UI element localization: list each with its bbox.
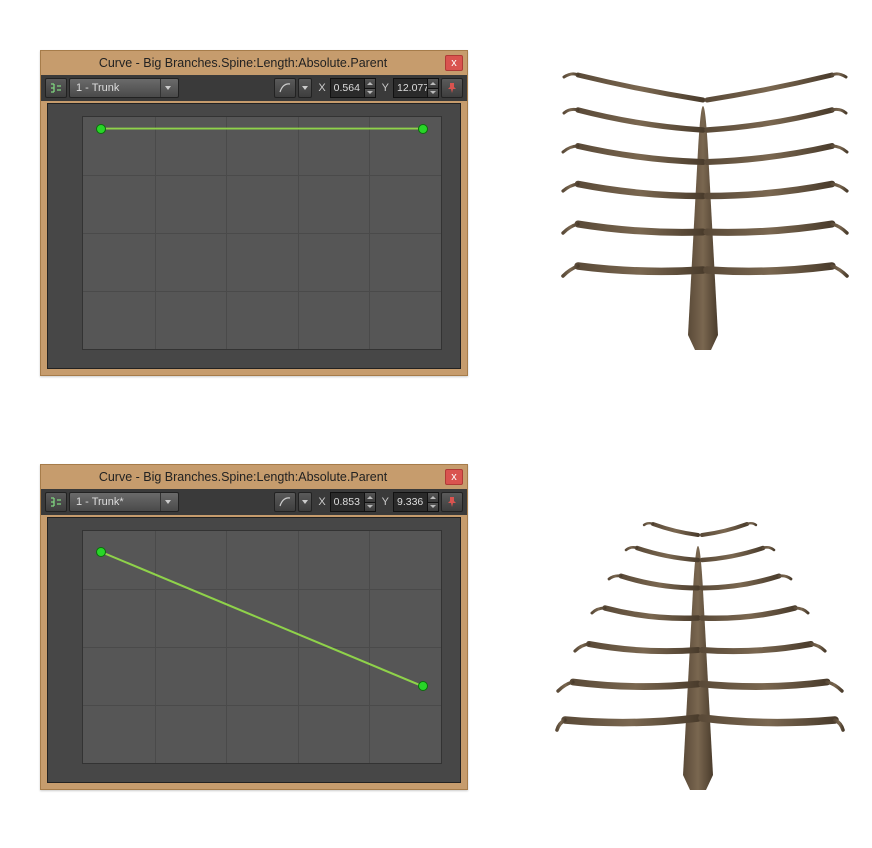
x-spinner[interactable] — [330, 492, 376, 512]
pin-icon — [446, 82, 458, 94]
titlebar[interactable]: Curve - Big Branches.Spine:Length:Absolu… — [41, 465, 467, 489]
pin-button[interactable] — [441, 492, 463, 512]
curve-preset-dropdown[interactable] — [298, 492, 312, 512]
dropdown-label: 1 - Trunk — [76, 82, 119, 94]
pin-button[interactable] — [441, 78, 463, 98]
tree-preview-uniform — [560, 60, 850, 350]
dropdown-label: 1 - Trunk* — [76, 496, 124, 508]
y-input[interactable] — [394, 493, 428, 511]
spin-up-button[interactable] — [365, 493, 375, 503]
curve-preset-icon — [278, 81, 292, 95]
toolbar: 1 - Trunk X Y — [41, 75, 467, 101]
spin-down-button[interactable] — [365, 89, 375, 98]
chevron-down-icon — [302, 500, 308, 504]
spin-up-button[interactable] — [428, 493, 438, 503]
titlebar[interactable]: Curve - Big Branches.Spine:Length:Absolu… — [41, 51, 467, 75]
graph-canvas[interactable] — [82, 116, 442, 350]
curve-editor-panel: Curve - Big Branches.Spine:Length:Absolu… — [40, 464, 468, 790]
spin-up-button[interactable] — [365, 79, 375, 89]
hierarchy-icon — [49, 81, 63, 95]
close-button[interactable]: x — [445, 469, 463, 485]
spin-down-button[interactable] — [428, 503, 438, 512]
y-label: Y — [382, 496, 389, 508]
graph-area[interactable] — [47, 517, 461, 783]
chevron-down-icon — [160, 493, 174, 511]
hierarchy-button[interactable] — [45, 78, 67, 98]
curve-handle-start[interactable] — [96, 124, 106, 134]
curve-preset-button[interactable] — [274, 492, 296, 512]
close-icon: x — [451, 471, 457, 483]
node-dropdown[interactable]: 1 - Trunk — [69, 78, 179, 98]
hierarchy-icon — [49, 495, 63, 509]
graph-area[interactable] — [47, 103, 461, 369]
pin-icon — [446, 496, 458, 508]
close-icon: x — [451, 57, 457, 69]
spin-up-button[interactable] — [428, 79, 438, 89]
spin-down-button[interactable] — [428, 89, 438, 98]
y-spinner[interactable] — [393, 492, 439, 512]
tree-preview-tapered — [555, 500, 845, 790]
close-button[interactable]: x — [445, 55, 463, 71]
y-label: Y — [382, 82, 389, 94]
x-spinner[interactable] — [330, 78, 376, 98]
x-label: X — [318, 82, 325, 94]
spin-down-button[interactable] — [365, 503, 375, 512]
toolbar: 1 - Trunk* X Y — [41, 489, 467, 515]
x-label: X — [318, 496, 325, 508]
curve-preset-icon — [278, 495, 292, 509]
chevron-down-icon — [302, 86, 308, 90]
curve-handle-end[interactable] — [418, 124, 428, 134]
x-input[interactable] — [331, 79, 365, 97]
curve-preset-dropdown[interactable] — [298, 78, 312, 98]
graph-canvas[interactable] — [82, 530, 442, 764]
window-title: Curve - Big Branches.Spine:Length:Absolu… — [41, 56, 445, 70]
y-input[interactable] — [394, 79, 428, 97]
window-title: Curve - Big Branches.Spine:Length:Absolu… — [41, 470, 445, 484]
curve-preset-button[interactable] — [274, 78, 296, 98]
curve-handle-start[interactable] — [96, 547, 106, 557]
y-spinner[interactable] — [393, 78, 439, 98]
curve-editor-panel: Curve - Big Branches.Spine:Length:Absolu… — [40, 50, 468, 376]
curve-handle-end[interactable] — [418, 681, 428, 691]
node-dropdown[interactable]: 1 - Trunk* — [69, 492, 179, 512]
chevron-down-icon — [160, 79, 174, 97]
x-input[interactable] — [331, 493, 365, 511]
hierarchy-button[interactable] — [45, 492, 67, 512]
